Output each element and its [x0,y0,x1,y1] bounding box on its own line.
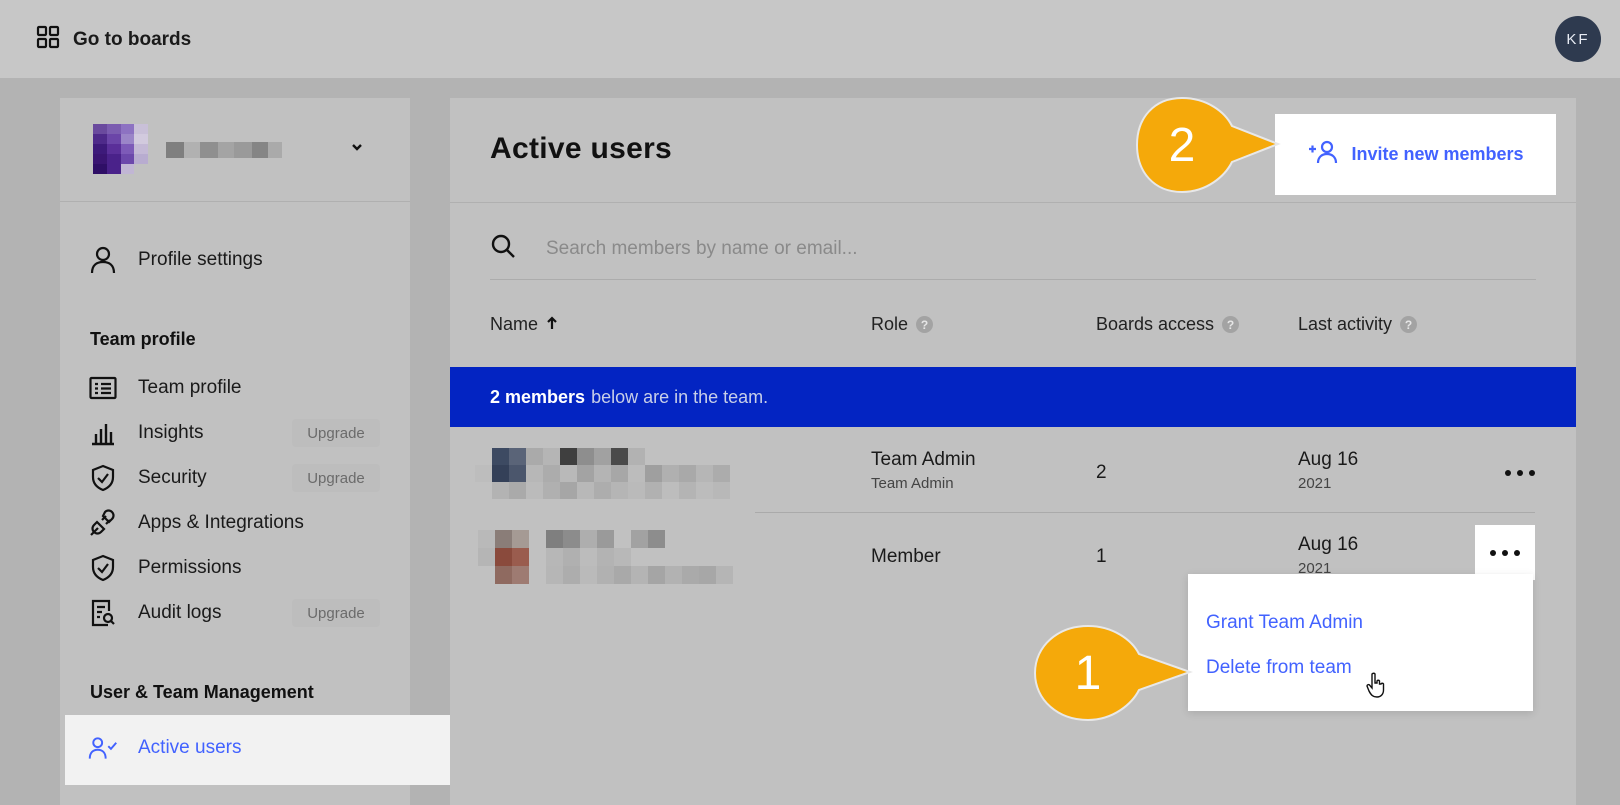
user-name-redacted [475,448,740,502]
banner-text: below are in the team. [591,386,769,407]
user-role[interactable]: Member [871,546,941,568]
upgrade-badge[interactable]: Upgrade [292,464,380,492]
team-logo [93,124,148,174]
row-divider [755,512,1535,513]
team-name-redacted [166,142,282,158]
column-header-last-activity: Last activity ? [1298,314,1418,335]
plug-icon [88,508,118,538]
divider [450,202,1576,203]
section-heading-team-profile: Team profile [90,329,196,349]
audit-log-icon [88,598,118,628]
invite-members-label: Invite new members [1351,144,1524,164]
sidebar-item-label: Insights [138,422,204,443]
more-options-icon[interactable] [1490,543,1520,563]
go-to-boards-button[interactable]: Go to boards [36,25,191,54]
table-row[interactable]: Team Admin Team Admin 2 Aug 16 2021 [450,430,1576,515]
add-user-icon [1307,140,1339,169]
callout-number: 1 [1075,647,1102,700]
user-role[interactable]: Team Admin [871,449,976,471]
user-icon [88,245,118,275]
chevron-down-icon [350,140,364,159]
upgrade-badge[interactable]: Upgrade [292,419,380,447]
sidebar-item-profile-settings[interactable]: Profile settings [88,241,263,279]
last-activity-year: 2021 [1298,475,1332,492]
search-input[interactable] [546,237,1446,260]
sidebar-item-insights[interactable]: Insights [88,414,203,452]
go-to-boards-label: Go to boards [73,28,192,50]
pointer-cursor-icon [1366,672,1386,703]
grid-icon [36,25,60,54]
shield-check-icon [88,463,118,493]
member-count: 2 members [490,386,586,407]
callout-badge-2: 2 [1135,96,1281,194]
help-icon[interactable]: ? [1400,316,1418,333]
grant-team-admin-item[interactable]: Grant Team Admin [1206,612,1363,634]
sidebar-item-team-profile[interactable]: Team profile [88,369,242,407]
invite-members-button[interactable]: Invite new members [1275,114,1556,195]
avatar[interactable]: KF [1555,16,1601,62]
sidebar-item-permissions[interactable]: Permissions [88,549,241,587]
sort-ascending-icon [546,314,558,335]
callout-badge-1: 1 [1033,624,1194,722]
upgrade-badge[interactable]: Upgrade [292,599,380,627]
more-options-button[interactable] [1475,525,1535,580]
sidebar: Profile settings Team profile Team profi… [60,98,410,805]
help-icon[interactable]: ? [916,316,934,333]
sidebar-item-label: Active users [138,737,242,758]
callout-number: 2 [1169,119,1196,172]
column-header-role: Role ? [871,314,934,335]
sidebar-item-security[interactable]: Security [88,459,207,497]
user-name-redacted [478,530,743,584]
column-header-label: Name [490,314,539,334]
sidebar-item-label: Permissions [138,557,242,578]
last-activity-date: Aug 16 [1298,449,1359,470]
section-heading-user-team-management: User & Team Management [90,682,314,702]
column-header-label: Boards access [1096,314,1215,334]
last-activity-date: Aug 16 [1298,534,1359,555]
sidebar-item-label: Team profile [138,377,242,398]
top-bar: Go to boards KF [0,0,1620,78]
id-card-icon [88,373,118,403]
user-role-sub: Team Admin [871,475,954,492]
team-switcher[interactable] [60,98,410,202]
column-header-label: Role [871,314,909,334]
boards-count: 2 [1096,462,1107,483]
members-banner: 2 members below are in the team. [450,367,1576,427]
more-options-icon[interactable] [1505,463,1535,483]
sidebar-item-label: Profile settings [138,249,263,270]
sidebar-item-label: Security [138,467,207,488]
column-header-label: Last activity [1298,314,1393,334]
page-title: Active users [490,132,673,165]
sidebar-item-apps-integrations[interactable]: Apps & Integrations [88,504,304,542]
sidebar-item-label: Apps & Integrations [138,512,304,533]
search-bar [490,218,1536,280]
help-icon[interactable]: ? [1222,316,1240,333]
search-icon [490,233,516,264]
sidebar-item-active-users[interactable]: Active users [88,729,241,767]
row-options-menu: Grant Team Admin Delete from team [1188,574,1533,711]
column-header-boards-access: Boards access ? [1096,314,1240,335]
sidebar-item-label: Audit logs [138,602,222,623]
shield-check-icon [88,553,118,583]
column-header-name[interactable]: Name [490,314,558,335]
delete-from-team-item[interactable]: Delete from team [1206,657,1352,679]
boards-count: 1 [1096,546,1107,567]
user-check-icon [88,733,118,763]
sidebar-item-audit-logs[interactable]: Audit logs [88,594,221,632]
bar-chart-icon [88,418,118,448]
